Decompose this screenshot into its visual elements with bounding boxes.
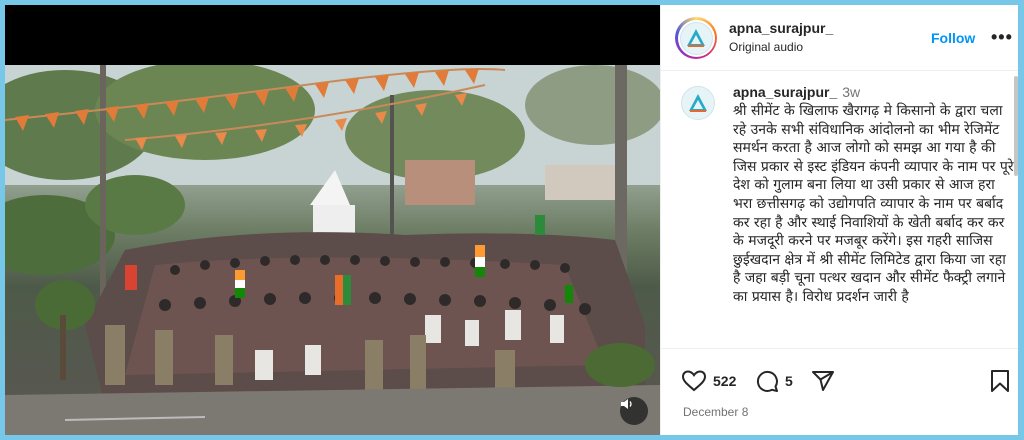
share-action[interactable] <box>811 369 835 393</box>
avatar[interactable] <box>679 21 713 55</box>
mute-button[interactable] <box>620 397 648 425</box>
scrollbar[interactable] <box>1014 76 1018 176</box>
audio-label[interactable]: Original audio <box>729 40 803 54</box>
instagram-post-window: apna_surajpur_ Original audio Follow •••… <box>5 5 1018 435</box>
header-username[interactable]: apna_surajpur_ <box>729 20 833 36</box>
like-action[interactable]: 522 <box>681 369 736 393</box>
story-ring[interactable] <box>675 17 717 59</box>
action-bar: 522 5 December 8 <box>661 348 1018 435</box>
like-count[interactable]: 522 <box>713 373 736 389</box>
heart-icon[interactable] <box>681 369 707 393</box>
caption-text: श्री सीमेंट के खिलाफ खैरागढ़ मे किसानो क… <box>733 103 1014 305</box>
comment-action[interactable]: 5 <box>755 369 793 393</box>
save-action[interactable] <box>989 369 1011 393</box>
post-date[interactable]: December 8 <box>683 405 748 419</box>
caption-username[interactable]: apna_surajpur_ <box>733 84 837 100</box>
post-media[interactable] <box>5 5 660 435</box>
bookmark-icon[interactable] <box>989 369 1011 393</box>
caption-area[interactable]: apna_surajpur_ 3w श्री सीमेंट के खिलाफ खै… <box>661 72 1018 348</box>
speaker-icon <box>621 399 632 409</box>
protest-video-image <box>5 65 660 435</box>
post-header: apna_surajpur_ Original audio Follow ••• <box>661 5 1018 71</box>
post-sidebar: apna_surajpur_ Original audio Follow •••… <box>660 5 1018 435</box>
more-options-button[interactable]: ••• <box>991 27 1013 48</box>
comment-count[interactable]: 5 <box>785 373 793 389</box>
brand-logo-icon <box>689 94 707 112</box>
follow-button[interactable]: Follow <box>931 30 975 46</box>
brand-logo-icon <box>687 29 705 47</box>
caption-header: apna_surajpur_ 3w <box>733 84 860 102</box>
comment-icon[interactable] <box>755 369 779 393</box>
caption-avatar[interactable] <box>681 86 715 120</box>
caption-time[interactable]: 3w <box>842 84 860 100</box>
video-frame[interactable] <box>5 65 660 435</box>
share-icon[interactable] <box>811 369 835 393</box>
